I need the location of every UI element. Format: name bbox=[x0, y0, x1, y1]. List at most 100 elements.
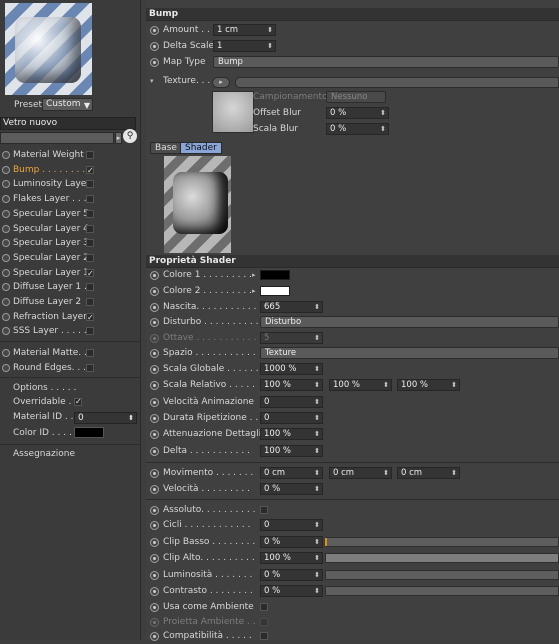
velocita-field[interactable]: 0 % ⬍ bbox=[260, 483, 323, 495]
clip-basso-slider[interactable] bbox=[325, 537, 559, 547]
animate-dot-icon[interactable] bbox=[150, 506, 159, 515]
animate-dot-icon[interactable] bbox=[150, 42, 159, 51]
layer-enable-checkbox[interactable] bbox=[86, 151, 94, 159]
layer-item[interactable]: Specular Layer 3 bbox=[0, 236, 141, 250]
cicli-field[interactable]: 0 ⬍ bbox=[260, 519, 323, 531]
layer-enable-checkbox[interactable] bbox=[86, 298, 94, 306]
layer-toggle-icon[interactable] bbox=[2, 253, 10, 262]
layer-item[interactable]: Specular Layer 4 bbox=[0, 222, 141, 236]
layer-enable-checkbox[interactable] bbox=[86, 224, 94, 233]
clip-alto-field[interactable]: 100 % ⬍ bbox=[260, 552, 323, 564]
colore1-swatch[interactable] bbox=[260, 270, 290, 280]
overridable-checkbox[interactable]: ✓ bbox=[74, 397, 82, 406]
layer-toggle-icon[interactable] bbox=[2, 151, 10, 159]
layer-toggle-icon[interactable] bbox=[2, 195, 10, 204]
collapse-triangle-icon[interactable]: ▾ bbox=[150, 74, 154, 89]
layer-toggle-icon[interactable] bbox=[2, 165, 10, 174]
animate-dot-icon[interactable] bbox=[150, 485, 159, 494]
usa-ambiente-checkbox[interactable] bbox=[260, 603, 268, 611]
layer-enable-checkbox[interactable] bbox=[86, 209, 94, 218]
animate-dot-icon[interactable] bbox=[150, 398, 159, 407]
map-type-dropdown[interactable]: Bump bbox=[213, 56, 559, 68]
animate-dot-icon[interactable] bbox=[150, 554, 159, 563]
scala-relativo-x-field[interactable]: 100 % ⬍ bbox=[260, 379, 323, 391]
layer-filter-field[interactable] bbox=[0, 132, 114, 144]
layer-toggle-icon[interactable] bbox=[2, 312, 10, 321]
animate-dot-icon[interactable] bbox=[150, 287, 159, 296]
durata-field[interactable]: 0 ⬍ bbox=[260, 412, 323, 424]
luminosita-field[interactable]: 0 % ⬍ bbox=[260, 569, 323, 581]
campionamento-dropdown[interactable]: Nessuno bbox=[326, 91, 386, 103]
layer-item[interactable]: Diffuse Layer 2 bbox=[0, 295, 141, 309]
search-icon[interactable]: ⚲ bbox=[123, 129, 137, 143]
layer-toggle-icon[interactable] bbox=[2, 224, 10, 233]
attenuazione-field[interactable]: 100 % ⬍ bbox=[260, 428, 323, 440]
amount-field[interactable]: 1 cm ⬍ bbox=[213, 24, 276, 36]
animate-dot-icon[interactable] bbox=[150, 349, 159, 358]
expand-triangle-icon[interactable]: ▸ bbox=[252, 268, 256, 283]
animate-dot-icon[interactable] bbox=[150, 538, 159, 547]
layer-item[interactable]: Specular Layer 1 ✓ bbox=[0, 266, 141, 280]
layer-enable-checkbox[interactable] bbox=[86, 253, 94, 262]
layer-toggle-icon[interactable] bbox=[2, 209, 10, 218]
movimento-y-field[interactable]: 0 cm ⬍ bbox=[329, 467, 392, 479]
delta-field[interactable]: 100 % ⬍ bbox=[260, 445, 323, 457]
scala-blur-field[interactable]: 0 % ⬍ bbox=[326, 123, 389, 135]
velocita-animazione-field[interactable]: 0 ⬍ bbox=[260, 396, 323, 408]
nascita-field[interactable]: 665 ⬍ bbox=[260, 301, 323, 313]
clip-basso-field[interactable]: 0 % ⬍ bbox=[260, 536, 323, 548]
layer-item[interactable]: Refraction Layer ✓ bbox=[0, 310, 141, 324]
scala-relativo-z-field[interactable]: 100 % ⬍ bbox=[397, 379, 460, 391]
animate-dot-icon[interactable] bbox=[150, 365, 159, 374]
material-preview[interactable] bbox=[5, 3, 92, 95]
slider-handle[interactable] bbox=[325, 538, 327, 546]
layer-toggle-icon[interactable] bbox=[2, 239, 10, 248]
layer-toggle-icon[interactable] bbox=[2, 268, 10, 277]
layer-enable-checkbox[interactable]: ✓ bbox=[86, 165, 94, 174]
layer-item[interactable]: Bump . . . . . . . . ✓ bbox=[0, 163, 141, 177]
layer-toggle-icon[interactable] bbox=[2, 283, 10, 292]
layer-item[interactable]: Specular Layer 2 bbox=[0, 251, 141, 265]
material-id-field[interactable]: 0 ⬍ bbox=[74, 412, 137, 424]
layer-enable-checkbox[interactable] bbox=[86, 349, 94, 357]
animate-dot-icon[interactable] bbox=[150, 447, 159, 456]
layer-item[interactable]: Diffuse Layer 1 . bbox=[0, 280, 141, 294]
animate-dot-icon[interactable] bbox=[150, 430, 159, 439]
layer-item[interactable]: Luminosity Layer bbox=[0, 177, 141, 191]
compatibilita-checkbox[interactable] bbox=[260, 632, 268, 640]
shader-preview[interactable] bbox=[164, 156, 231, 253]
layer-toggle-icon[interactable] bbox=[2, 363, 10, 372]
offset-blur-field[interactable]: 0 % ⬍ bbox=[326, 107, 389, 119]
animate-dot-icon[interactable] bbox=[150, 414, 159, 423]
animate-dot-icon[interactable] bbox=[150, 271, 159, 280]
layer-item[interactable]: Material Weight bbox=[0, 148, 141, 162]
layer-item[interactable]: Material Matte. . bbox=[0, 346, 141, 360]
tab-shader[interactable]: Shader bbox=[180, 142, 222, 154]
animate-dot-icon[interactable] bbox=[150, 587, 159, 596]
animate-dot-icon[interactable] bbox=[150, 318, 159, 327]
layer-toggle-icon[interactable] bbox=[2, 349, 10, 357]
animate-dot-icon[interactable] bbox=[150, 303, 159, 312]
disturbo-dropdown[interactable]: Disturbo bbox=[260, 316, 559, 328]
layer-enable-checkbox[interactable] bbox=[86, 283, 94, 292]
contrasto-slider[interactable] bbox=[325, 586, 559, 596]
layer-toggle-icon[interactable] bbox=[2, 180, 10, 189]
animate-dot-icon[interactable] bbox=[150, 603, 159, 612]
animate-dot-icon[interactable] bbox=[150, 521, 159, 530]
color-id-swatch[interactable] bbox=[74, 427, 104, 438]
animate-dot-icon[interactable] bbox=[150, 58, 159, 67]
preset-dropdown[interactable]: Custom ▼ bbox=[42, 98, 93, 111]
scala-globale-field[interactable]: 1000 % ⬍ bbox=[260, 363, 323, 375]
animate-dot-icon[interactable] bbox=[150, 469, 159, 478]
movimento-x-field[interactable]: 0 cm ⬍ bbox=[260, 467, 323, 479]
expand-triangle-icon[interactable]: ▸ bbox=[252, 284, 256, 299]
assoluto-checkbox[interactable] bbox=[260, 506, 268, 514]
material-name-field[interactable]: Vetro nuovo bbox=[0, 117, 136, 130]
layer-item[interactable]: Flakes Layer . . . bbox=[0, 192, 141, 206]
tab-base[interactable]: Base bbox=[150, 142, 182, 154]
movimento-z-field[interactable]: 0 cm ⬍ bbox=[397, 467, 460, 479]
layer-toggle-icon[interactable] bbox=[2, 298, 10, 306]
layer-item[interactable]: Round Edges. . . . bbox=[0, 361, 141, 375]
layer-item[interactable]: SSS Layer . . . . . bbox=[0, 324, 141, 338]
contrasto-field[interactable]: 0 % ⬍ bbox=[260, 585, 323, 597]
